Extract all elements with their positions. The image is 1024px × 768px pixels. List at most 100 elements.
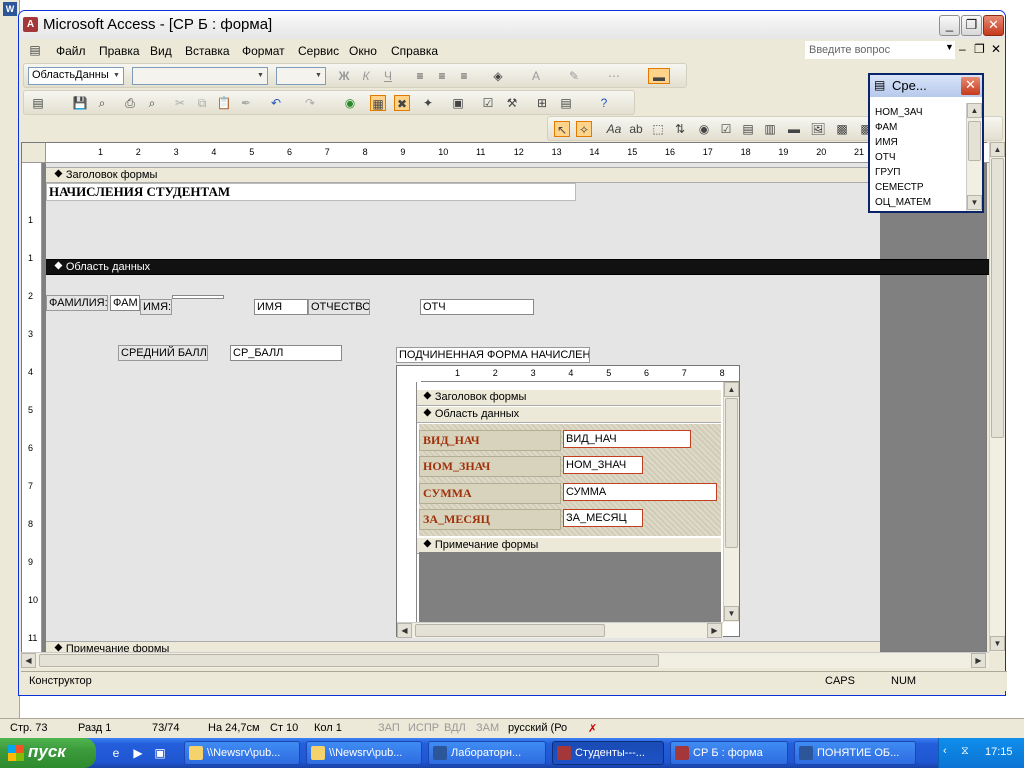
close-button[interactable]: ✕	[983, 15, 1004, 36]
menu-help[interactable]: Справка	[391, 44, 438, 58]
field-list-item[interactable]: ГРУП	[875, 167, 900, 178]
scroll-thumb[interactable]	[968, 121, 981, 161]
subform-detail-area[interactable]: ВИД_НАЧ ВИД_НАЧ НОМ_ЗНАЧ НОМ_ЗНАЧ СУММА …	[419, 424, 721, 536]
spelling-icon[interactable]: ✗	[588, 722, 597, 735]
firstname-label[interactable]: ИМЯ:	[140, 299, 172, 315]
form-horizontal-scrollbar[interactable]: ◀ ▶	[21, 652, 989, 668]
size-combo[interactable]: ▼	[276, 67, 326, 85]
checkbox-tool-icon[interactable]: ☑	[718, 121, 734, 137]
object-combo[interactable]: ОбластьДанны ▼	[28, 67, 124, 85]
scroll-left-icon[interactable]: ◀	[21, 653, 36, 668]
cut-icon[interactable]: ✂	[172, 95, 188, 111]
toggle-button-icon[interactable]: ⇅	[672, 121, 688, 137]
control-wizards-icon[interactable]: ✧	[576, 121, 592, 137]
italic-button[interactable]: К	[358, 68, 374, 84]
combo-box-icon[interactable]: ▤	[740, 121, 756, 137]
menu-tools[interactable]: Сервис	[298, 44, 339, 58]
tray-arrow-icon[interactable]: ‹	[943, 745, 947, 757]
menu-file[interactable]: Файл	[56, 44, 86, 58]
firstname-field[interactable]: ИМЯ	[254, 299, 308, 315]
form-title-label[interactable]: НАЧИСЛЕНИЯ СТУДЕНТАМ	[46, 183, 576, 201]
subform-row-label[interactable]: СУММА	[419, 483, 561, 504]
autoformat-icon[interactable]: ✦	[420, 95, 436, 111]
media-player-icon[interactable]: ▶	[130, 745, 146, 761]
line-color-icon[interactable]: ✎	[566, 68, 582, 84]
align-center-icon[interactable]: ≡	[434, 68, 450, 84]
minimize-button[interactable]: _	[939, 15, 960, 36]
extend-indicator[interactable]: ВДЛ	[444, 722, 466, 734]
properties-icon[interactable]: ☑	[480, 95, 496, 111]
fill-color-icon[interactable]: ◈	[490, 68, 506, 84]
field-list-item[interactable]: ИМЯ	[875, 137, 898, 148]
align-left-icon[interactable]: ≡	[412, 68, 428, 84]
undo-icon[interactable]: ↶	[268, 95, 284, 111]
form-vertical-scrollbar[interactable]: ▲ ▼	[989, 142, 1005, 652]
print-preview-icon[interactable]: ⌕	[144, 95, 160, 111]
scroll-right-icon[interactable]: ▶	[707, 623, 722, 638]
language-indicator[interactable]: русский (Ро	[508, 722, 567, 734]
avg-score-label[interactable]: СРЕДНИЙ БАЛЛ	[118, 345, 208, 361]
subform-row-field[interactable]: НОМ_ЗНАЧ	[563, 456, 643, 474]
scroll-thumb[interactable]	[39, 654, 659, 667]
menu-format[interactable]: Формат	[242, 44, 285, 58]
copy-icon[interactable]: ⧉	[194, 95, 210, 111]
list-box-icon[interactable]: ▥	[762, 121, 778, 137]
subform-container[interactable]: 1 2 3 4 5 6 7 8 ⯁ Заголовок формы ⯁ Область дан…	[396, 365, 740, 638]
design-grid[interactable]: ⯁ Заголовок формы НАЧИСЛЕНИЯ СТУДЕНТАМ ⯁…	[46, 163, 992, 657]
subform-horizontal-scrollbar[interactable]: ◀ ▶	[397, 622, 723, 638]
start-button[interactable]: пуск	[0, 738, 96, 768]
new-object-icon[interactable]: ▤	[558, 95, 574, 111]
doc-restore-button[interactable]: ❐	[974, 42, 985, 56]
subform-horizontal-ruler[interactable]: 1 2 3 4 5 6 7 8	[421, 366, 739, 382]
scroll-down-icon[interactable]: ▼	[724, 606, 739, 621]
tray-app-icon[interactable]: ⧖	[961, 745, 969, 758]
task-word-doc[interactable]: ПОНЯТИЕ ОБ...	[794, 741, 916, 765]
form-doc-icon[interactable]: ▤	[27, 42, 43, 58]
label-tool-icon[interactable]: Aa	[606, 121, 622, 137]
subform-label[interactable]: ПОДЧИНЕННАЯ ФОРМА НАЧИСЛЕНИЯ	[396, 347, 590, 363]
field-list-item[interactable]: СЕМЕСТР	[875, 182, 924, 193]
ie-icon[interactable]: e	[108, 745, 124, 761]
ruler-corner[interactable]	[22, 143, 46, 163]
vertical-ruler[interactable]: 1 1 2 3 4 5 6 7 8 9 10 11	[22, 163, 42, 653]
option-button-icon[interactable]: ◉	[696, 121, 712, 137]
hyperlink-icon[interactable]: ◉	[342, 95, 358, 111]
subform-row-label[interactable]: ЗА_МЕСЯЦ	[419, 509, 561, 530]
image-tool-icon[interactable]: 🖼	[810, 121, 826, 137]
scroll-up-icon[interactable]: ▲	[990, 142, 1005, 157]
lastname-label[interactable]: ФАМИЛИЯ:	[46, 295, 108, 311]
select-objects-icon[interactable]: ↖	[554, 121, 570, 137]
form-header-section-bar[interactable]: ⯁ Заголовок формы	[46, 167, 880, 183]
scroll-up-icon[interactable]: ▲	[724, 382, 739, 397]
underline-button[interactable]: Ч	[380, 68, 396, 84]
subform-row-field[interactable]: СУММА	[563, 483, 717, 501]
access-app-icon[interactable]: A	[23, 17, 38, 32]
command-button-icon[interactable]: ▬	[786, 121, 802, 137]
subform-row-field[interactable]: ЗА_МЕСЯЦ	[563, 509, 643, 527]
field-list-item[interactable]: ОТЧ	[875, 152, 896, 163]
unbound-frame-icon[interactable]: ▩	[834, 121, 850, 137]
save-icon[interactable]: 💾	[72, 95, 88, 111]
font-color-icon[interactable]: A	[528, 68, 544, 84]
lastname-field[interactable]: ФАМ	[110, 295, 140, 311]
scroll-down-icon[interactable]: ▼	[967, 195, 982, 210]
desktop-icon[interactable]: ▣	[152, 745, 168, 761]
search-icon[interactable]: ⌕	[94, 95, 110, 111]
scroll-up-icon[interactable]: ▲	[967, 103, 982, 118]
menu-view[interactable]: Вид	[150, 44, 172, 58]
scroll-thumb[interactable]	[725, 398, 738, 548]
menu-window[interactable]: Окно	[349, 44, 377, 58]
doc-minimize-button[interactable]: –	[959, 42, 966, 56]
scroll-thumb[interactable]	[991, 158, 1004, 438]
field-list-window[interactable]: ▤ Сре... ✕ НОМ_ЗАЧ ФАМ ИМЯ ОТЧ ГРУП СЕМЕ…	[868, 73, 984, 213]
field-list-close-button[interactable]: ✕	[961, 77, 980, 95]
horizontal-ruler[interactable]: 12345678910111213141516171819202122	[46, 143, 990, 163]
textbox-tool-icon[interactable]: ab	[628, 121, 644, 137]
field-list-item[interactable]: ОЦ_МАТЕМ	[875, 197, 931, 208]
task-access-db[interactable]: Студенты---...	[552, 741, 664, 765]
option-group-icon[interactable]: ⬚	[650, 121, 666, 137]
subform-vertical-ruler[interactable]	[397, 382, 417, 638]
scroll-right-icon[interactable]: ▶	[971, 653, 986, 668]
redo-icon[interactable]: ↷	[302, 95, 318, 111]
patronymic-field[interactable]: ОТЧ	[420, 299, 534, 315]
